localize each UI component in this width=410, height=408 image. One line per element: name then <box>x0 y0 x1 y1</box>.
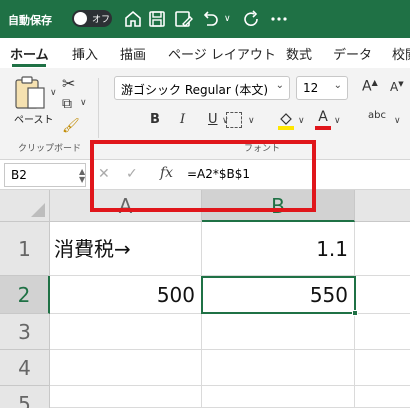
phonetic-guide-button[interactable]: abc <box>368 110 386 121</box>
cell-a3[interactable] <box>50 314 202 350</box>
font-color-dropdown-icon[interactable]: ∨ <box>334 116 341 126</box>
active-tab-indicator <box>12 64 46 67</box>
tab-insert[interactable]: 挿入 <box>72 44 98 63</box>
paste-label: ペースト <box>14 115 54 126</box>
clipboard-group-label: クリップボード <box>18 144 82 154</box>
borders-icon[interactable] <box>226 112 242 128</box>
tab-page-layout[interactable]: ページ レイアウト <box>168 44 276 63</box>
format-painter-icon[interactable]: 🖌 <box>62 118 80 134</box>
copy-icon[interactable]: ⧉ <box>62 96 72 112</box>
row-header-4[interactable]: 4 <box>0 350 50 386</box>
font-size-dropdown[interactable]: 12 ⌄ <box>296 76 348 100</box>
cell-b1[interactable]: 1.1 <box>202 222 355 276</box>
name-box-stepper-icon[interactable]: ▲ ▼ <box>79 168 85 184</box>
tab-formulas[interactable]: 数式 <box>286 44 312 63</box>
chevron-down-icon: ⌄ <box>275 80 284 91</box>
cell-c5[interactable] <box>355 386 410 408</box>
font-size-value: 12 <box>303 81 319 95</box>
redo-icon[interactable] <box>240 8 262 30</box>
cell-c4[interactable] <box>355 350 410 386</box>
row-header-1[interactable]: 1 <box>0 222 50 276</box>
row-header-2[interactable]: 2 <box>0 276 50 314</box>
cell-b5[interactable] <box>202 386 355 408</box>
autosave-label: 自動保存 <box>8 14 52 27</box>
cell-c1[interactable] <box>355 222 410 276</box>
paste-icon[interactable] <box>14 76 50 110</box>
row-header-3[interactable]: 3 <box>0 314 50 350</box>
cell-a5[interactable] <box>50 386 202 408</box>
fill-color-icon[interactable] <box>278 112 294 130</box>
increase-font-label: A <box>362 78 372 95</box>
increase-font-size-button[interactable]: A▲ <box>362 78 378 95</box>
chevron-down-icon: ⌄ <box>333 80 342 91</box>
cell-c2[interactable] <box>355 276 410 314</box>
cell-b4[interactable] <box>202 350 355 386</box>
cell-a4[interactable] <box>50 350 202 386</box>
ribbon-tabs: ホーム 挿入 描画 ページ レイアウト 数式 データ 校閲 <box>0 38 410 68</box>
bold-button[interactable]: B <box>150 112 160 127</box>
save-icon[interactable] <box>146 8 168 30</box>
tab-draw[interactable]: 描画 <box>120 44 146 63</box>
select-all-corner[interactable] <box>0 190 50 222</box>
fill-handle[interactable] <box>352 310 358 316</box>
annotation-highlight-box <box>90 140 316 212</box>
autosave-state: オフ <box>92 15 111 25</box>
home-icon[interactable] <box>122 8 144 30</box>
paste-dropdown-icon[interactable]: ∨ <box>50 88 57 98</box>
toggle-knob <box>74 12 87 25</box>
cell-c3[interactable] <box>355 314 410 350</box>
tab-review[interactable]: 校閲 <box>392 44 410 63</box>
undo-dropdown-icon[interactable]: ∨ <box>224 14 231 24</box>
cell-b3[interactable] <box>202 314 355 350</box>
cell-a1[interactable]: 消費税→ <box>50 222 202 276</box>
cut-icon[interactable]: ✂ <box>62 74 75 93</box>
selected-cell-border <box>201 276 356 314</box>
title-bar: 自動保存 オフ ∨ <box>0 0 410 38</box>
row-header-5[interactable]: 5 <box>0 386 50 408</box>
fill-color-dropdown-icon[interactable]: ∨ <box>298 116 305 126</box>
column-header-c[interactable] <box>355 190 410 222</box>
tab-data[interactable]: データ <box>333 44 372 63</box>
ribbon-separator <box>98 78 99 138</box>
name-box[interactable]: B2 ▲ ▼ <box>4 163 86 187</box>
save-as-icon[interactable] <box>172 8 194 30</box>
name-box-value: B2 <box>11 168 27 182</box>
italic-button[interactable]: I <box>180 112 185 127</box>
font-name-dropdown[interactable]: 游ゴシック Regular (本文) ⌄ <box>114 76 290 100</box>
autosave-toggle[interactable]: オフ <box>72 10 112 27</box>
underline-button[interactable]: U <box>208 112 218 127</box>
decrease-font-size-button[interactable]: A▼ <box>390 80 404 94</box>
undo-icon[interactable] <box>199 8 221 30</box>
tab-home[interactable]: ホーム <box>10 44 49 63</box>
select-all-triangle-icon <box>31 203 45 217</box>
decrease-font-label: A <box>390 80 399 94</box>
font-name-value: 游ゴシック Regular (本文) <box>121 83 269 97</box>
borders-dropdown-icon[interactable]: ∨ <box>248 116 255 126</box>
phonetic-dropdown-icon[interactable]: ∨ <box>394 116 401 126</box>
font-color-icon[interactable]: A <box>315 110 331 130</box>
more-icon[interactable] <box>268 8 290 30</box>
copy-dropdown-icon[interactable]: ∨ <box>80 98 87 108</box>
cell-a2[interactable]: 500 <box>50 276 202 314</box>
